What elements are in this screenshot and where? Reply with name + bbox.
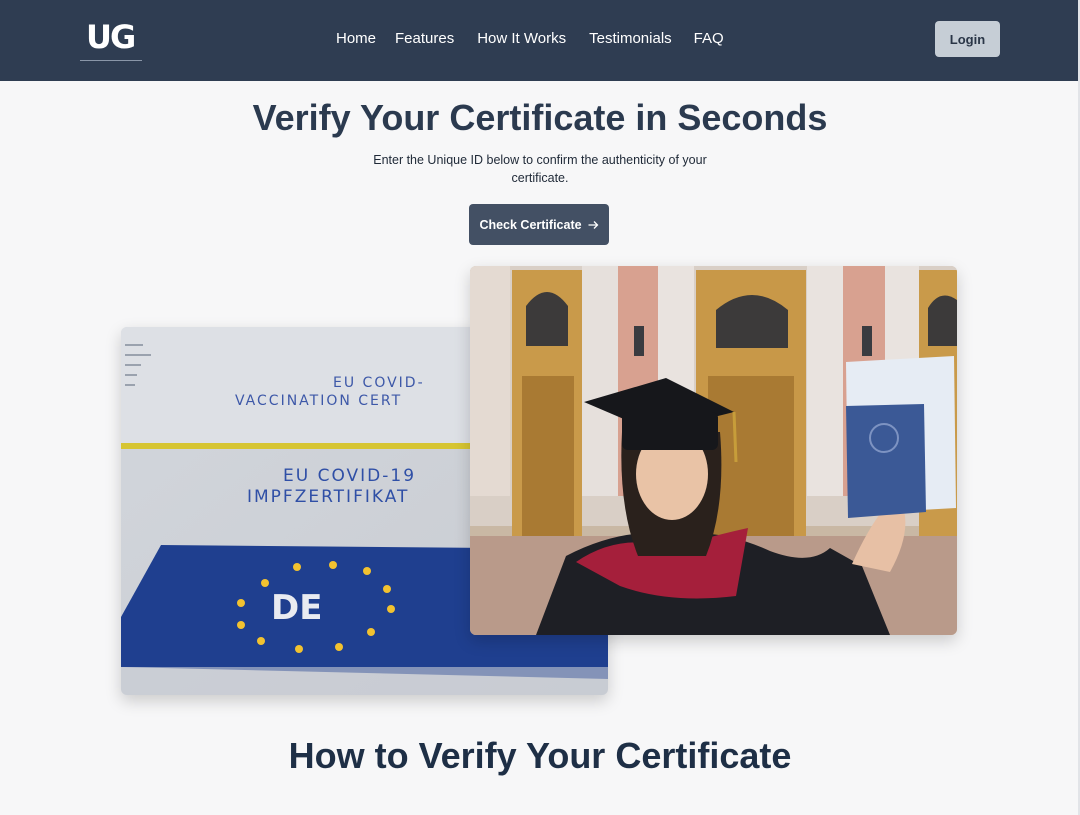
hero-title: Verify Your Certificate in Seconds [252, 97, 828, 138]
login-button[interactable]: Login [935, 21, 1000, 57]
check-certificate-label: Check Certificate [479, 217, 582, 232]
nav-features[interactable]: Features [395, 30, 454, 50]
nav-faq[interactable]: FAQ [694, 30, 724, 50]
cert-text-2: VACCINATION CERT [235, 393, 402, 409]
nav-how-it-works[interactable]: How It Works [477, 30, 566, 50]
how-to-verify-title: How to Verify Your Certificate [288, 735, 792, 776]
cert-text-3: EU COVID-19 [283, 466, 416, 486]
logo-underline [80, 60, 142, 61]
cert-text-4: IMPFZERTIFIKAT [247, 487, 409, 507]
nav-home[interactable]: Home [336, 30, 376, 50]
cert-text-1: EU COVID- [333, 375, 425, 391]
logo-text: UG [86, 18, 136, 56]
top-navbar: UG Home Features How It Works Testimonia… [0, 0, 1080, 81]
logo[interactable]: UG [80, 18, 142, 62]
de-badge-text: DE [271, 588, 322, 628]
hero-subtitle: Enter the Unique ID below to confirm the… [373, 153, 707, 185]
arrow-right-icon [588, 220, 598, 229]
main-nav: Home Features How It Works Testimonials … [336, 30, 724, 50]
check-certificate-button[interactable]: Check Certificate [469, 204, 609, 245]
nav-testimonials[interactable]: Testimonials [589, 30, 672, 50]
graduate-photo [470, 266, 957, 635]
